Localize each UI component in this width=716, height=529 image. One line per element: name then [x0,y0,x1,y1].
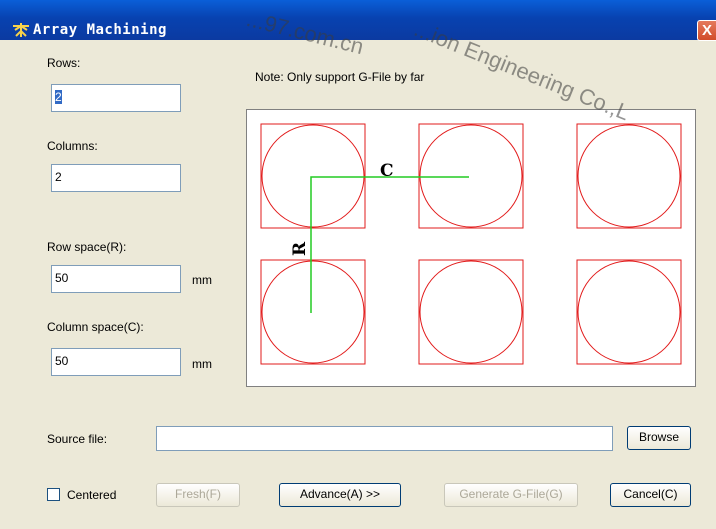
row-space-marker: R [290,241,310,256]
columns-input[interactable]: 2 [51,164,181,192]
rows-label: Rows: [47,56,81,70]
row-space-label: Row space(R): [47,240,127,254]
cell-circle [419,260,523,364]
row-space-unit: mm [192,273,212,287]
centered-label: Centered [67,488,117,502]
fresh-button[interactable]: Fresh(F) [156,483,240,507]
centered-checkbox[interactable] [47,488,60,501]
rows-input[interactable]: 2 [51,84,181,112]
cell-circle [577,260,681,364]
array-preview: C R [246,109,696,387]
browse-button[interactable]: Browse [627,426,691,450]
note-text: Note: Only support G-File by far [255,70,425,84]
source-file-label: Source file: [47,432,108,446]
cell-circle [419,124,523,228]
advance-button[interactable]: Advance(A) >> [279,483,401,507]
close-icon: X [701,22,712,39]
row-space-input[interactable]: 50 [51,265,181,293]
column-space-marker: C [380,161,394,181]
columns-label: Columns: [47,139,98,153]
source-file-input[interactable] [156,426,613,451]
cell-circle [261,260,365,364]
cancel-button[interactable]: Cancel(C) [610,483,691,507]
column-space-guide [310,176,469,313]
app-icon [13,23,29,37]
column-space-input[interactable]: 50 [51,348,181,376]
close-button[interactable]: X [697,20,716,41]
cell-circle [261,124,365,228]
generate-gfile-button[interactable]: Generate G-File(G) [444,483,578,507]
array-preview-canvas: C R [260,123,682,365]
spacing-guides [310,176,469,313]
cell-circle [577,124,681,228]
window-title: Array Machining [33,22,167,38]
column-space-label: Column space(C): [47,320,144,334]
cell-grid [260,123,682,365]
column-space-unit: mm [192,357,212,371]
